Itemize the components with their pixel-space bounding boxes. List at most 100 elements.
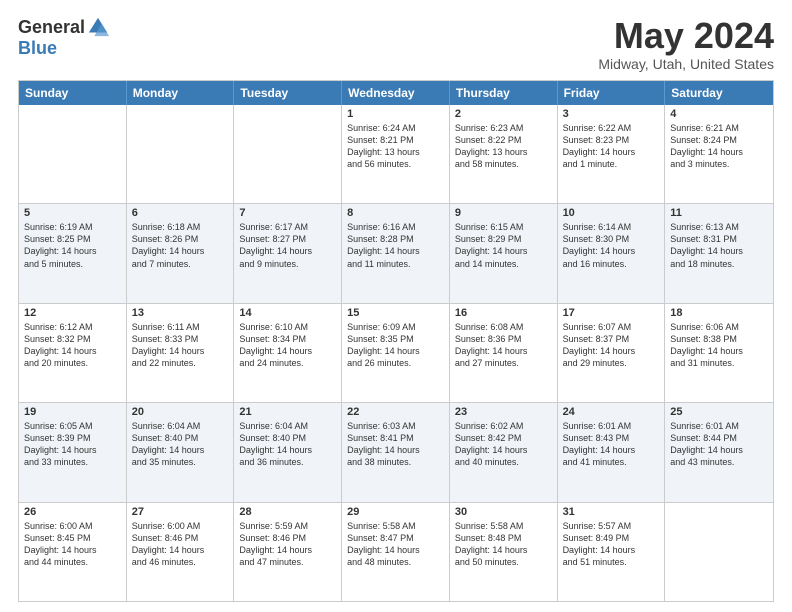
cell-info-line: Daylight: 14 hours [239, 544, 336, 556]
cell-info-line: Daylight: 14 hours [239, 345, 336, 357]
calendar-cell-r3-c0: 19Sunrise: 6:05 AMSunset: 8:39 PMDayligh… [19, 403, 127, 501]
calendar-cell-r0-c1 [127, 105, 235, 203]
calendar-cell-r3-c3: 22Sunrise: 6:03 AMSunset: 8:41 PMDayligh… [342, 403, 450, 501]
cell-info-line: Sunrise: 6:07 AM [563, 321, 660, 333]
cell-info-line: Sunset: 8:29 PM [455, 233, 552, 245]
cell-info-line: Sunrise: 6:15 AM [455, 221, 552, 233]
day-number: 27 [132, 506, 229, 518]
cell-info-line: Sunrise: 6:12 AM [24, 321, 121, 333]
cell-info-line: and 24 minutes. [239, 357, 336, 369]
cell-info-line: and 14 minutes. [455, 258, 552, 270]
cell-info-line: Sunset: 8:46 PM [239, 532, 336, 544]
calendar-cell-r4-c2: 28Sunrise: 5:59 AMSunset: 8:46 PMDayligh… [234, 503, 342, 601]
day-number: 15 [347, 307, 444, 319]
calendar-cell-r3-c4: 23Sunrise: 6:02 AMSunset: 8:42 PMDayligh… [450, 403, 558, 501]
cell-info-line: Sunset: 8:25 PM [24, 233, 121, 245]
cell-info-line: Sunset: 8:21 PM [347, 134, 444, 146]
cell-info-line: Daylight: 14 hours [347, 345, 444, 357]
logo: General Blue [18, 16, 109, 59]
day-number: 4 [670, 108, 768, 120]
cell-info-line: Sunset: 8:40 PM [132, 432, 229, 444]
cell-info-line: and 9 minutes. [239, 258, 336, 270]
cell-info-line: Sunrise: 6:08 AM [455, 321, 552, 333]
calendar-cell-r0-c2 [234, 105, 342, 203]
calendar-cell-r4-c6 [665, 503, 773, 601]
calendar-body: 1Sunrise: 6:24 AMSunset: 8:21 PMDaylight… [19, 105, 773, 601]
cell-info-line: Daylight: 14 hours [24, 245, 121, 257]
cell-info-line: Sunset: 8:43 PM [563, 432, 660, 444]
cell-info-line: and 56 minutes. [347, 158, 444, 170]
cell-info-line: and 18 minutes. [670, 258, 768, 270]
cell-info-line: and 47 minutes. [239, 556, 336, 568]
cell-info-line: Sunrise: 6:01 AM [670, 420, 768, 432]
cell-info-line: and 1 minute. [563, 158, 660, 170]
calendar-cell-r0-c0 [19, 105, 127, 203]
cell-info-line: Sunrise: 5:59 AM [239, 520, 336, 532]
cell-info-line: and 36 minutes. [239, 456, 336, 468]
day-number: 22 [347, 406, 444, 418]
cell-info-line: Sunrise: 6:19 AM [24, 221, 121, 233]
day-number: 14 [239, 307, 336, 319]
cell-info-line: Sunset: 8:47 PM [347, 532, 444, 544]
cell-info-line: and 7 minutes. [132, 258, 229, 270]
cell-info-line: Sunrise: 6:18 AM [132, 221, 229, 233]
calendar-cell-r1-c3: 8Sunrise: 6:16 AMSunset: 8:28 PMDaylight… [342, 204, 450, 302]
day-number: 7 [239, 207, 336, 219]
calendar-cell-r4-c5: 31Sunrise: 5:57 AMSunset: 8:49 PMDayligh… [558, 503, 666, 601]
calendar: SundayMondayTuesdayWednesdayThursdayFrid… [18, 80, 774, 602]
cell-info-line: and 46 minutes. [132, 556, 229, 568]
day-number: 23 [455, 406, 552, 418]
calendar-cell-r2-c3: 15Sunrise: 6:09 AMSunset: 8:35 PMDayligh… [342, 304, 450, 402]
calendar-header: SundayMondayTuesdayWednesdayThursdayFrid… [19, 81, 773, 105]
cell-info-line: and 41 minutes. [563, 456, 660, 468]
cell-info-line: and 44 minutes. [24, 556, 121, 568]
cell-info-line: and 51 minutes. [563, 556, 660, 568]
cell-info-line: Daylight: 14 hours [563, 345, 660, 357]
calendar-cell-r4-c1: 27Sunrise: 6:00 AMSunset: 8:46 PMDayligh… [127, 503, 235, 601]
cell-info-line: and 5 minutes. [24, 258, 121, 270]
cell-info-line: Sunset: 8:38 PM [670, 333, 768, 345]
calendar-cell-r3-c2: 21Sunrise: 6:04 AMSunset: 8:40 PMDayligh… [234, 403, 342, 501]
cell-info-line: and 20 minutes. [24, 357, 121, 369]
cell-info-line: Sunrise: 6:00 AM [24, 520, 121, 532]
cell-info-line: Sunrise: 6:10 AM [239, 321, 336, 333]
calendar-cell-r4-c0: 26Sunrise: 6:00 AMSunset: 8:45 PMDayligh… [19, 503, 127, 601]
cell-info-line: Sunset: 8:28 PM [347, 233, 444, 245]
calendar-cell-r0-c6: 4Sunrise: 6:21 AMSunset: 8:24 PMDaylight… [665, 105, 773, 203]
cell-info-line: Daylight: 14 hours [455, 345, 552, 357]
calendar-cell-r4-c3: 29Sunrise: 5:58 AMSunset: 8:47 PMDayligh… [342, 503, 450, 601]
cell-info-line: Daylight: 14 hours [563, 444, 660, 456]
cell-info-line: and 33 minutes. [24, 456, 121, 468]
cell-info-line: Daylight: 14 hours [455, 444, 552, 456]
cell-info-line: and 31 minutes. [670, 357, 768, 369]
calendar-cell-r1-c1: 6Sunrise: 6:18 AMSunset: 8:26 PMDaylight… [127, 204, 235, 302]
cell-info-line: Daylight: 14 hours [347, 245, 444, 257]
cell-info-line: Daylight: 14 hours [670, 345, 768, 357]
cell-info-line: Daylight: 14 hours [239, 444, 336, 456]
day-number: 20 [132, 406, 229, 418]
day-number: 11 [670, 207, 768, 219]
calendar-cell-r2-c5: 17Sunrise: 6:07 AMSunset: 8:37 PMDayligh… [558, 304, 666, 402]
cell-info-line: and 16 minutes. [563, 258, 660, 270]
cell-info-line: and 29 minutes. [563, 357, 660, 369]
logo-general-text: General [18, 17, 85, 38]
header-day-friday: Friday [558, 81, 666, 105]
cell-info-line: Sunrise: 6:21 AM [670, 122, 768, 134]
page: General Blue May 2024 Midway, Utah, Unit… [0, 0, 792, 612]
cell-info-line: Sunrise: 6:05 AM [24, 420, 121, 432]
day-number: 25 [670, 406, 768, 418]
cell-info-line: Sunset: 8:41 PM [347, 432, 444, 444]
month-title: May 2024 [598, 16, 774, 56]
cell-info-line: and 27 minutes. [455, 357, 552, 369]
cell-info-line: and 40 minutes. [455, 456, 552, 468]
cell-info-line: Sunrise: 6:16 AM [347, 221, 444, 233]
cell-info-line: Daylight: 13 hours [347, 146, 444, 158]
cell-info-line: and 43 minutes. [670, 456, 768, 468]
cell-info-line: Sunset: 8:46 PM [132, 532, 229, 544]
calendar-cell-r1-c5: 10Sunrise: 6:14 AMSunset: 8:30 PMDayligh… [558, 204, 666, 302]
cell-info-line: Sunset: 8:45 PM [24, 532, 121, 544]
day-number: 31 [563, 506, 660, 518]
location: Midway, Utah, United States [598, 56, 774, 72]
cell-info-line: Sunset: 8:30 PM [563, 233, 660, 245]
cell-info-line: Sunrise: 6:04 AM [239, 420, 336, 432]
